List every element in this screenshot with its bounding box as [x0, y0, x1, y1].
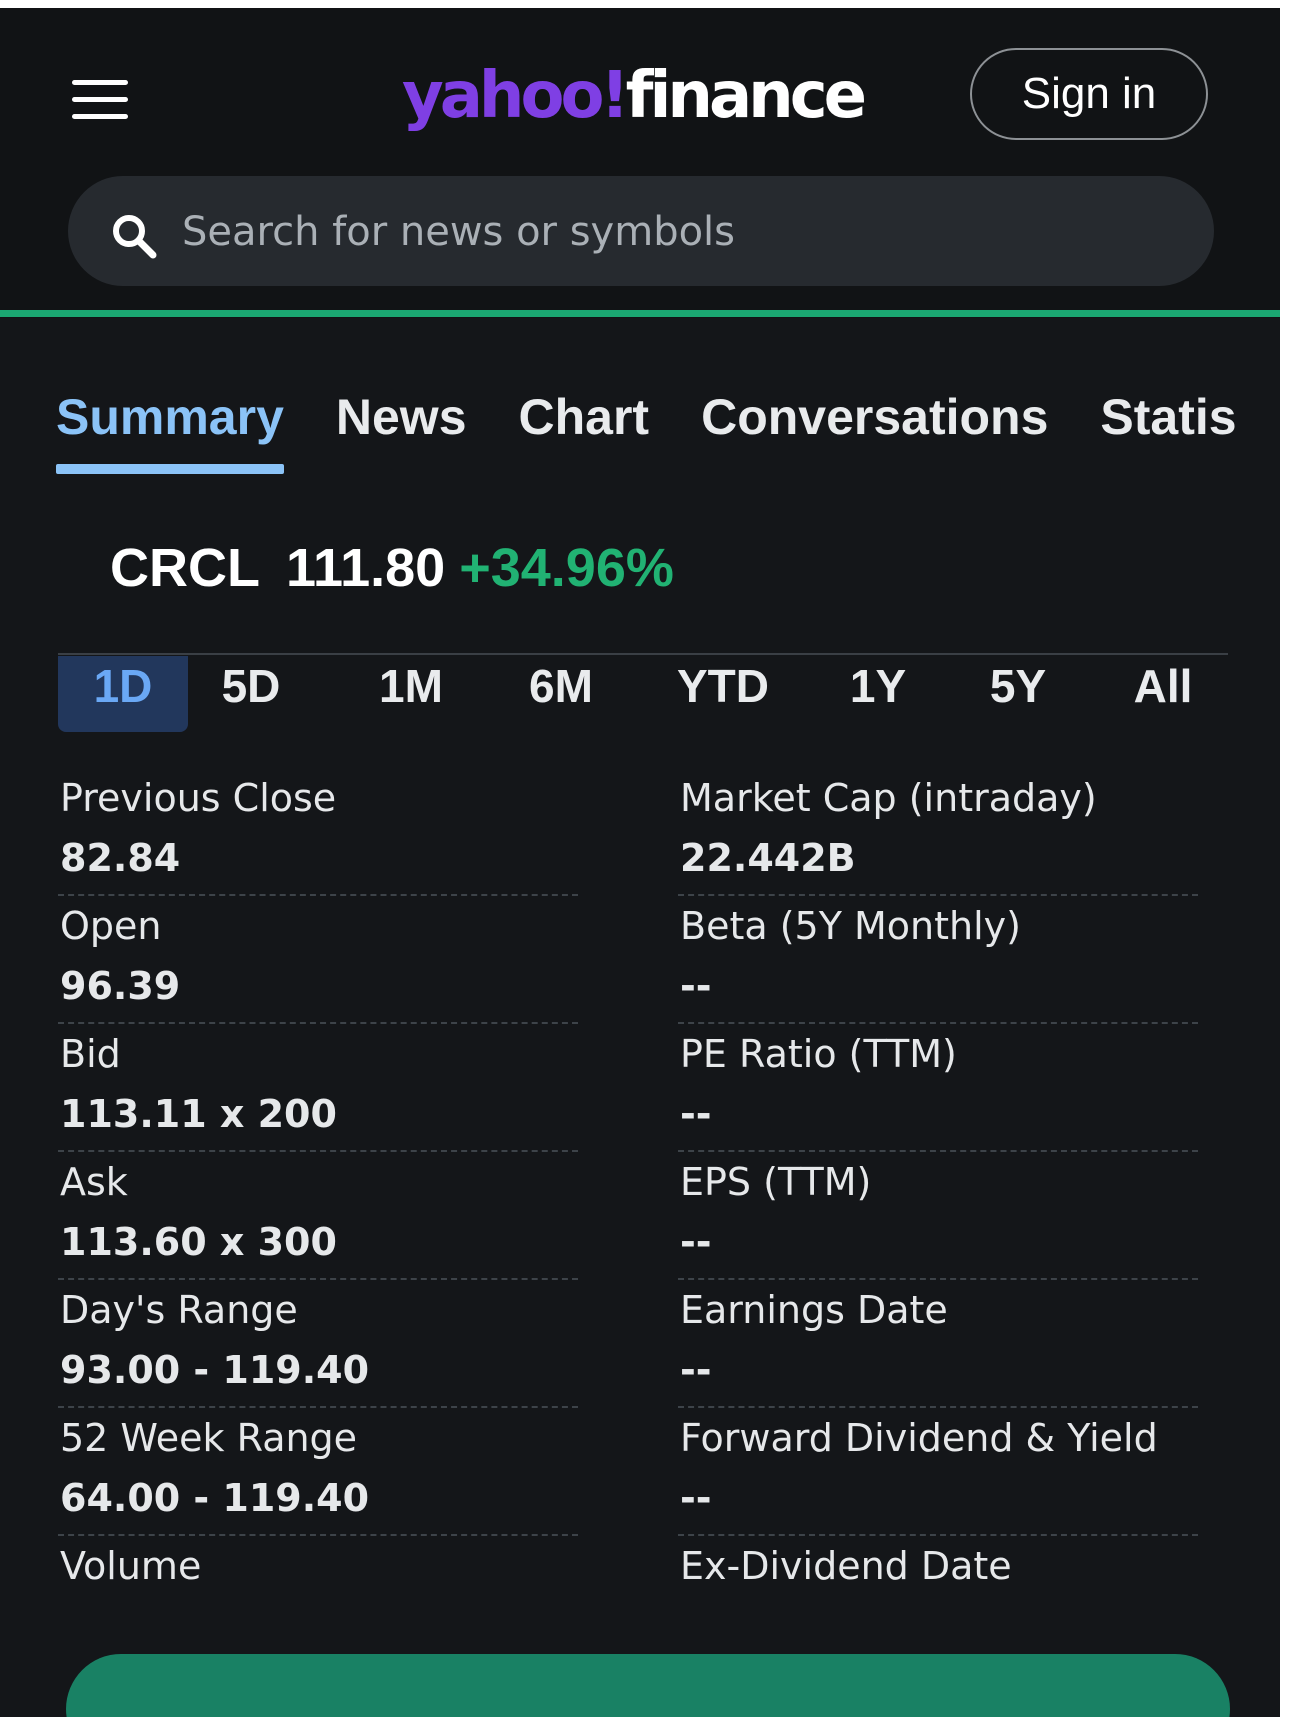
stat-value: 113.60 x 300: [60, 1220, 337, 1264]
stat-label: 52 Week Range: [60, 1416, 358, 1460]
search-bar[interactable]: [68, 176, 1214, 286]
range-6m-button[interactable]: 6M: [516, 656, 606, 732]
stat-pe-ratio: PE Ratio (TTM) --: [678, 1024, 1198, 1152]
quote-header: CRCL 111.80 +34.96%: [110, 533, 674, 603]
stat-value: 82.84: [60, 836, 181, 880]
stat-label: Forward Dividend & Yield: [680, 1416, 1158, 1460]
range-1y-button[interactable]: 1Y: [838, 656, 918, 732]
hamburger-menu-icon[interactable]: [72, 76, 128, 124]
stat-value: 22.442B: [680, 836, 856, 880]
stat-ex-dividend-date: Ex-Dividend Date: [678, 1536, 1198, 1664]
tab-chart[interactable]: Chart: [519, 380, 650, 480]
stat-previous-close: Previous Close 82.84: [58, 768, 578, 896]
stat-label: Earnings Date: [680, 1288, 948, 1332]
stat-ask: Ask 113.60 x 300: [58, 1152, 578, 1280]
stat-value: --: [680, 1220, 712, 1264]
stat-beta: Beta (5Y Monthly) --: [678, 896, 1198, 1024]
ticker-symbol: CRCL: [110, 538, 260, 598]
tab-conversations[interactable]: Conversations: [701, 380, 1048, 480]
stat-label: Volume: [60, 1544, 202, 1588]
header-divider: [0, 310, 1280, 317]
range-divider: [58, 653, 1228, 655]
stat-earnings-date: Earnings Date --: [678, 1280, 1198, 1408]
range-all-button[interactable]: All: [1118, 656, 1208, 732]
range-1m-button[interactable]: 1M: [366, 656, 456, 732]
stat-volume: Volume: [58, 1536, 578, 1664]
stat-value: 113.11 x 200: [60, 1092, 337, 1136]
tab-news[interactable]: News: [336, 380, 467, 480]
bottom-action-button[interactable]: [66, 1654, 1230, 1717]
stat-label: PE Ratio (TTM): [680, 1032, 957, 1076]
stat-value: --: [680, 1348, 712, 1392]
logo-brand: yahoo!: [402, 59, 630, 133]
stat-value: 93.00 - 119.40: [60, 1348, 370, 1392]
quote-change: +34.96%: [459, 538, 674, 598]
search-icon: [113, 215, 157, 259]
range-ytd-button[interactable]: YTD: [668, 656, 778, 732]
tab-summary[interactable]: Summary: [56, 380, 284, 480]
quote-price: 111.80: [285, 538, 446, 598]
stat-label: Ask: [60, 1160, 128, 1204]
stat-value: --: [680, 964, 712, 1008]
stat-market-cap: Market Cap (intraday) 22.442B: [678, 768, 1198, 896]
search-input[interactable]: [180, 196, 1144, 268]
app-window: yahoo!finance Sign in Summary News Chart…: [0, 8, 1280, 1717]
stat-open: Open 96.39: [58, 896, 578, 1024]
stat-label: Market Cap (intraday): [680, 776, 1097, 820]
stat-value: 96.39: [60, 964, 181, 1008]
stats-right-column: Market Cap (intraday) 22.442B Beta (5Y M…: [678, 768, 1198, 1664]
range-1d-button[interactable]: 1D: [58, 656, 188, 732]
stat-forward-dividend: Forward Dividend & Yield --: [678, 1408, 1198, 1536]
tab-bar: Summary News Chart Conversations Statis: [56, 380, 1237, 480]
stat-eps: EPS (TTM) --: [678, 1152, 1198, 1280]
stat-label: Previous Close: [60, 776, 337, 820]
time-range-selector: 1D 5D 1M 6M YTD 1Y 5Y All: [58, 656, 1228, 734]
stat-value: 64.00 - 119.40: [60, 1476, 370, 1520]
stat-label: EPS (TTM): [680, 1160, 872, 1204]
stat-bid: Bid 113.11 x 200: [58, 1024, 578, 1152]
yahoo-finance-logo[interactable]: yahoo!finance: [402, 56, 867, 136]
range-5d-button[interactable]: 5D: [206, 656, 296, 732]
range-5y-button[interactable]: 5Y: [978, 656, 1058, 732]
header: yahoo!finance Sign in: [0, 8, 1280, 318]
stat-label: Bid: [60, 1032, 121, 1076]
logo-product: finance: [625, 59, 867, 133]
stat-label: Beta (5Y Monthly): [680, 904, 1021, 948]
stat-value: --: [680, 1476, 712, 1520]
sign-in-button[interactable]: Sign in: [970, 48, 1208, 140]
stat-label: Ex-Dividend Date: [680, 1544, 1012, 1588]
stat-days-range: Day's Range 93.00 - 119.40: [58, 1280, 578, 1408]
stat-52-week-range: 52 Week Range 64.00 - 119.40: [58, 1408, 578, 1536]
stat-value: --: [680, 1092, 712, 1136]
stats-left-column: Previous Close 82.84 Open 96.39 Bid 113.…: [58, 768, 578, 1664]
tab-statistics[interactable]: Statis: [1100, 380, 1236, 480]
stat-label: Open: [60, 904, 162, 948]
stat-label: Day's Range: [60, 1288, 298, 1332]
